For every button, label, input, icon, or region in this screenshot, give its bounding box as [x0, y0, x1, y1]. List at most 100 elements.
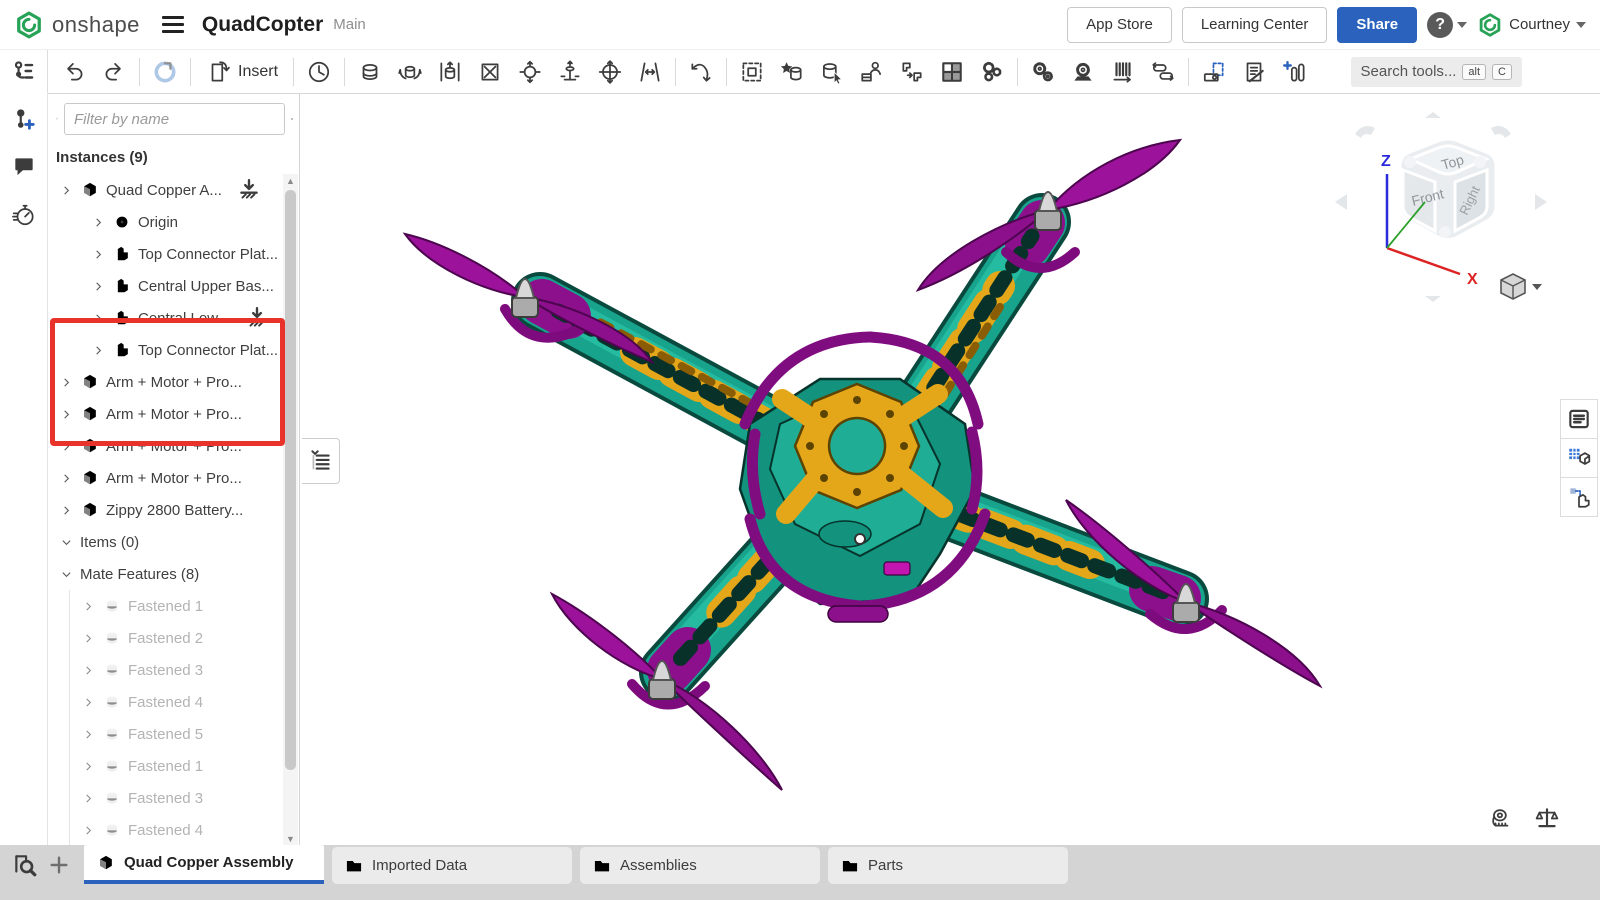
- share-button[interactable]: Share: [1337, 7, 1417, 43]
- belt-relation-icon[interactable]: [1143, 55, 1183, 89]
- star-part-icon[interactable]: [772, 55, 812, 89]
- versions-icon[interactable]: [7, 102, 41, 136]
- tree-row[interactable]: Quad Copper A...: [48, 174, 299, 206]
- tree-row[interactable]: Arm + Motor + Pro...: [48, 462, 299, 494]
- ball-mate-icon[interactable]: [510, 55, 550, 89]
- tree-row[interactable]: Items (0): [48, 526, 299, 558]
- chevron-icon[interactable]: [90, 278, 106, 294]
- toggle-structure-panel-button[interactable]: [0, 50, 48, 94]
- tree-scrollbar[interactable]: ▲ ▼: [283, 174, 298, 846]
- chevron-icon[interactable]: [90, 342, 106, 358]
- list-options-icon[interactable]: [291, 108, 293, 130]
- scroll-thumb[interactable]: [285, 190, 296, 770]
- exploded-parts-icon[interactable]: [972, 55, 1012, 89]
- mass-properties-icon[interactable]: [1534, 805, 1560, 831]
- appearance-part-icon[interactable]: [1560, 477, 1598, 517]
- chevron-icon[interactable]: [80, 598, 96, 614]
- scroll-up-arrow[interactable]: ▲: [283, 174, 298, 188]
- chevron-icon[interactable]: [58, 406, 74, 422]
- person-part-icon[interactable]: [852, 55, 892, 89]
- bom-document-icon[interactable]: [1234, 55, 1274, 89]
- user-menu[interactable]: Courtney: [1477, 12, 1586, 38]
- tree-row[interactable]: Fastened 3: [48, 654, 299, 686]
- tree-row[interactable]: Fastened 2: [48, 622, 299, 654]
- named-views-grid-icon[interactable]: [932, 55, 972, 89]
- tree-row[interactable]: Central Upper Bas...: [48, 270, 299, 302]
- planar-mate-icon[interactable]: [470, 55, 510, 89]
- chevron-icon[interactable]: [58, 182, 74, 198]
- scroll-down-arrow[interactable]: ▼: [283, 832, 298, 846]
- chevron-icon[interactable]: [80, 630, 96, 646]
- part-cursor-icon[interactable]: [812, 55, 852, 89]
- search-tabs-button[interactable]: [8, 847, 42, 883]
- tree-row[interactable]: Fastened 1: [48, 750, 299, 782]
- main-menu-icon[interactable]: [162, 12, 184, 37]
- chevron-icon[interactable]: [80, 694, 96, 710]
- document-tab[interactable]: Imported Data: [332, 847, 572, 884]
- chevron-icon[interactable]: [80, 758, 96, 774]
- spring-icon[interactable]: [1103, 55, 1143, 89]
- chevron-icon[interactable]: [80, 662, 96, 678]
- chevron-icon[interactable]: [80, 822, 96, 838]
- filter-icon[interactable]: [56, 108, 58, 130]
- history-icon[interactable]: [7, 198, 41, 232]
- pin-slot-mate-icon[interactable]: [590, 55, 630, 89]
- add-tab-button[interactable]: [42, 847, 76, 883]
- add-column-icon[interactable]: [1274, 55, 1314, 89]
- chevron-icon[interactable]: [58, 438, 74, 454]
- tree-flyout-toggle[interactable]: [302, 438, 340, 484]
- tree-row[interactable]: Mate Features (8): [48, 558, 299, 590]
- parallel-mate-icon[interactable]: [630, 55, 670, 89]
- filter-input[interactable]: [64, 103, 285, 135]
- help-menu[interactable]: ?: [1427, 12, 1467, 38]
- configuration-cube-icon[interactable]: [1560, 438, 1598, 478]
- search-tools-box[interactable]: Search tools... alt C: [1351, 57, 1522, 87]
- group-selection-icon[interactable]: [732, 55, 772, 89]
- comment-icon[interactable]: [7, 150, 41, 184]
- tree-row[interactable]: Origin: [48, 206, 299, 238]
- tree-row[interactable]: Fastened 3: [48, 782, 299, 814]
- help-icon[interactable]: ?: [1427, 12, 1453, 38]
- view-mode-cube-icon[interactable]: [1501, 274, 1542, 299]
- tree-row[interactable]: Top Connector Plat...: [48, 238, 299, 270]
- chevron-icon[interactable]: [58, 566, 74, 582]
- tree-row[interactable]: Top Connector Plat...: [48, 334, 299, 366]
- 3d-viewport[interactable]: Top Front Right Z X: [300, 94, 1600, 845]
- fastened-mate-icon[interactable]: [350, 55, 390, 89]
- chevron-icon[interactable]: [58, 470, 74, 486]
- tree-row[interactable]: Central Low...: [48, 302, 299, 334]
- chevron-icon[interactable]: [90, 310, 106, 326]
- tree-row[interactable]: Arm + Motor + Pro...: [48, 430, 299, 462]
- chevron-icon[interactable]: [58, 502, 74, 518]
- chevron-icon[interactable]: [90, 246, 106, 262]
- replicate-parts-icon[interactable]: [892, 55, 932, 89]
- tree-row[interactable]: Arm + Motor + Pro...: [48, 366, 299, 398]
- chevron-icon[interactable]: [80, 726, 96, 742]
- sync-icon[interactable]: [145, 55, 185, 89]
- revolute-mate-icon[interactable]: [390, 55, 430, 89]
- tangent-mate-icon[interactable]: [681, 55, 721, 89]
- tree-row[interactable]: Arm + Motor + Pro...: [48, 398, 299, 430]
- undo-icon[interactable]: [54, 55, 94, 89]
- tree-row[interactable]: Fastened 1: [48, 590, 299, 622]
- document-tab[interactable]: Parts: [828, 847, 1068, 884]
- workspace-name[interactable]: Main: [333, 16, 366, 33]
- tree-row[interactable]: Fastened 4: [48, 814, 299, 846]
- tree-row[interactable]: Zippy 2800 Battery...: [48, 494, 299, 526]
- create-drawing-icon[interactable]: [1194, 55, 1234, 89]
- chevron-icon[interactable]: [58, 374, 74, 390]
- learning-center-button[interactable]: Learning Center: [1182, 7, 1328, 43]
- tape-measure-icon[interactable]: [1488, 805, 1514, 831]
- chevron-icon[interactable]: [90, 214, 106, 230]
- chevron-icon[interactable]: [80, 790, 96, 806]
- rack-relation-icon[interactable]: [1063, 55, 1103, 89]
- cylindrical-mate-icon[interactable]: [550, 55, 590, 89]
- insert-button[interactable]: Insert: [196, 55, 288, 89]
- gear-relation-icon[interactable]: [1023, 55, 1063, 89]
- redo-icon[interactable]: [94, 55, 134, 89]
- chevron-icon[interactable]: [58, 534, 74, 550]
- tree-row[interactable]: Fastened 4: [48, 686, 299, 718]
- mate-connector-clock-icon[interactable]: [299, 55, 339, 89]
- slider-mate-icon[interactable]: [430, 55, 470, 89]
- view-cube[interactable]: Top Front Right Z X: [1325, 104, 1555, 314]
